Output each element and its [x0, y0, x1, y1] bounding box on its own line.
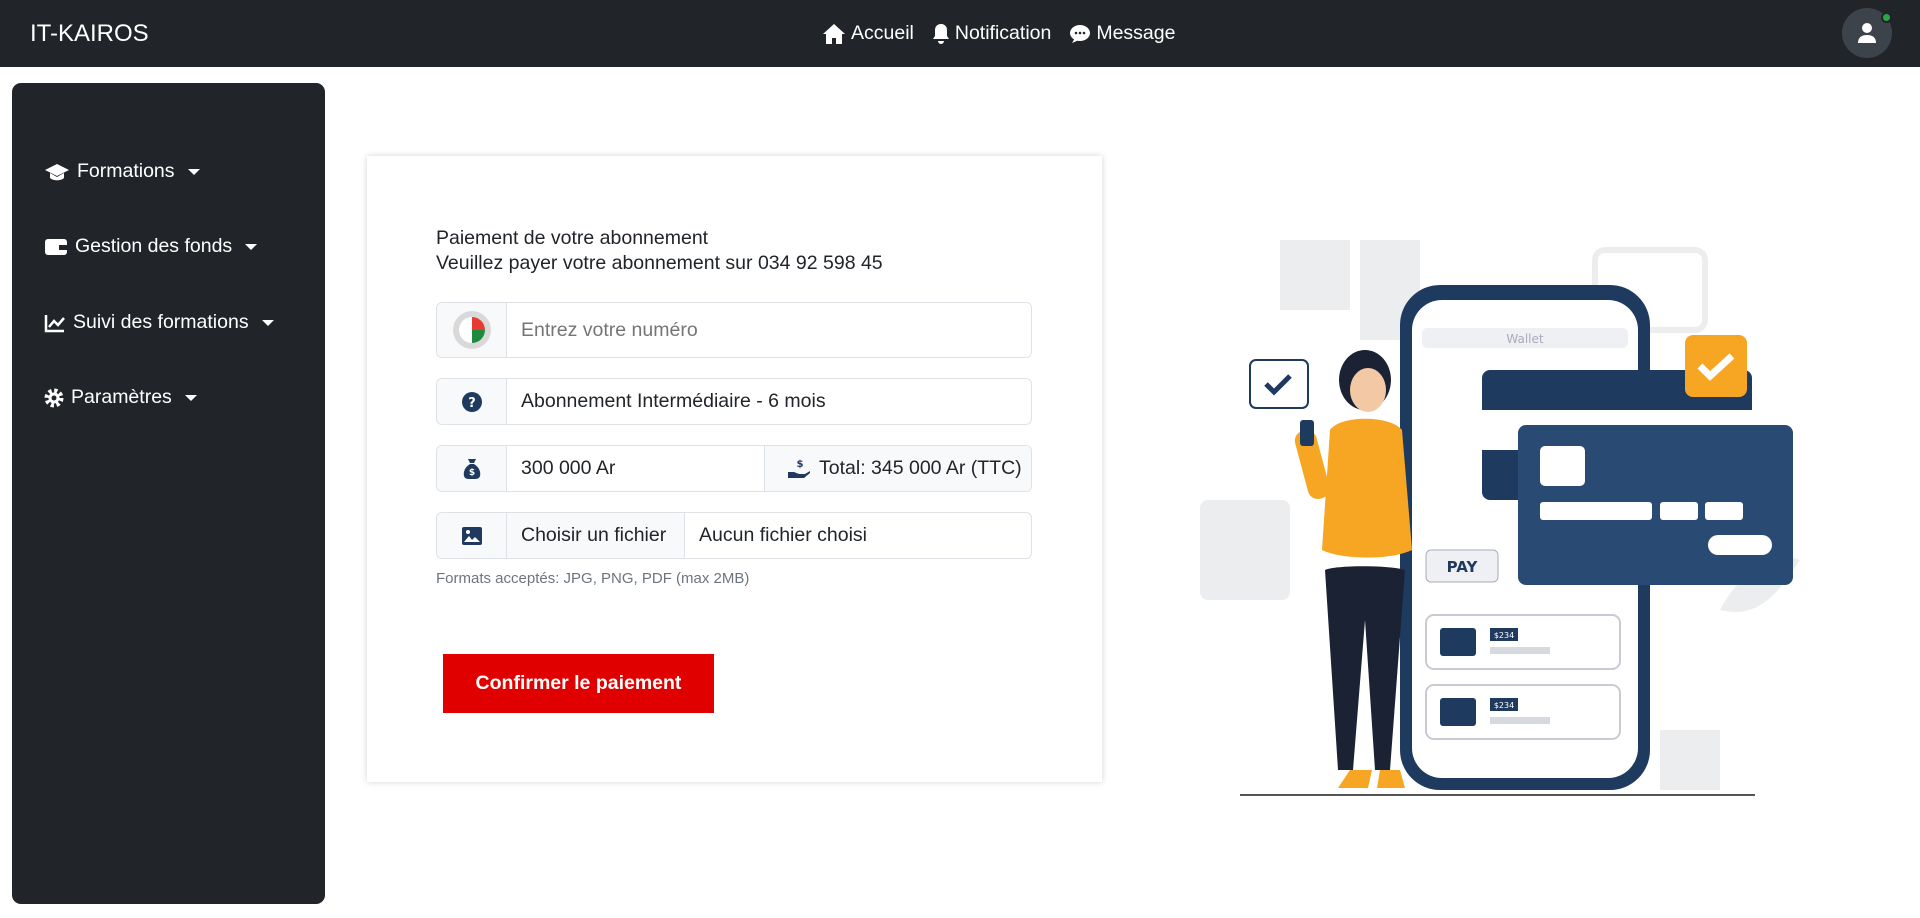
plan-prefix: ?	[437, 379, 507, 424]
phone-number-input[interactable]	[507, 303, 1031, 357]
sidebar-item-label: Formations	[77, 160, 175, 182]
nav-notification[interactable]: Notification	[932, 22, 1051, 45]
file-input-group: Choisir un fichier Aucun fichier choisi	[436, 512, 1032, 559]
chart-line-icon	[44, 314, 65, 332]
total-addon: $ Total: 345 000 Ar (TTC)	[765, 446, 1031, 491]
phone-input-group	[436, 302, 1032, 358]
gear-icon	[44, 388, 64, 407]
wallet-label: Wallet	[1506, 332, 1544, 346]
wallet-icon	[45, 238, 67, 255]
nav-label: Notification	[954, 22, 1052, 44]
total-value: Total: 345 000 Ar (TTC)	[819, 457, 1022, 479]
payment-intro: Paiement de votre abonnement Veuillez pa…	[436, 226, 883, 276]
pay-label: PAY	[1447, 558, 1479, 576]
main-nav: Accueil Notification Message	[822, 22, 1175, 45]
caret-down-icon	[245, 243, 258, 250]
online-status-dot	[1881, 12, 1892, 23]
money-bag-icon: $	[463, 458, 480, 479]
payment-illustration: Wallet PAY $234 $234	[1200, 240, 1800, 796]
phone-prefix	[437, 303, 507, 357]
sidebar-item-formations[interactable]: Formations	[44, 160, 200, 183]
madagascar-flag-icon	[452, 311, 491, 349]
sidebar-item-suivi-des-formations[interactable]: Suivi des formations	[44, 311, 274, 334]
amount-label: $234	[1494, 631, 1514, 640]
nav-message[interactable]: Message	[1069, 22, 1175, 45]
price-prefix: $	[437, 446, 507, 491]
file-status[interactable]: Aucun fichier choisi	[685, 513, 1031, 558]
file-prefix	[437, 513, 507, 558]
caret-down-icon	[184, 394, 197, 401]
svg-text:$: $	[468, 468, 474, 478]
nav-label: Message	[1096, 22, 1176, 44]
nav-accueil[interactable]: Accueil	[822, 22, 914, 45]
question-circle-icon: ?	[461, 391, 482, 412]
choose-file-button[interactable]: Choisir un fichier	[507, 513, 685, 558]
sidebar-item-parametres[interactable]: Paramètres	[44, 386, 197, 409]
amount-label: $234	[1494, 701, 1514, 710]
price-input-group: $ 300 000 Ar $ Total: 345 000 Ar (TTC)	[436, 445, 1032, 492]
brand-logo[interactable]: IT-KAIROS	[30, 20, 149, 48]
image-icon	[461, 526, 482, 545]
person-graphic	[1294, 350, 1412, 788]
hand-holding-dollar-icon: $	[788, 459, 810, 478]
confirm-payment-button[interactable]: Confirmer le paiement	[443, 654, 714, 713]
top-navbar: IT-KAIROS Accueil Notification Message	[0, 0, 1920, 67]
sidebar-item-label: Paramètres	[71, 386, 172, 408]
sidebar-item-label: Gestion des fonds	[75, 235, 233, 257]
payment-instruction: Veuillez payer votre abonnement sur 034 …	[436, 252, 883, 274]
comment-icon	[1070, 24, 1091, 43]
caret-down-icon	[261, 319, 274, 326]
svg-text:?: ?	[468, 396, 476, 411]
plan-input-group: ? Abonnement Intermédiaire - 6 mois	[436, 378, 1032, 425]
price-value: 300 000 Ar	[507, 446, 765, 491]
sidebar: Formations Gestion des fonds Suivi des f…	[12, 83, 325, 904]
nav-label: Accueil	[851, 22, 914, 44]
svg-text:$: $	[797, 459, 804, 470]
plan-value: Abonnement Intermédiaire - 6 mois	[521, 390, 826, 412]
caret-down-icon	[187, 168, 200, 175]
payment-title: Paiement de votre abonnement	[436, 227, 709, 249]
graduation-cap-icon	[45, 163, 69, 180]
file-format-help: Formats acceptés: JPG, PNG, PDF (max 2MB…	[436, 570, 750, 587]
payment-card: Paiement de votre abonnement Veuillez pa…	[367, 156, 1102, 782]
home-icon	[823, 23, 845, 44]
sidebar-item-gestion-des-fonds[interactable]: Gestion des fonds	[44, 235, 258, 258]
bell-icon	[932, 23, 949, 44]
user-icon	[1858, 23, 1876, 43]
sidebar-item-label: Suivi des formations	[73, 311, 249, 333]
